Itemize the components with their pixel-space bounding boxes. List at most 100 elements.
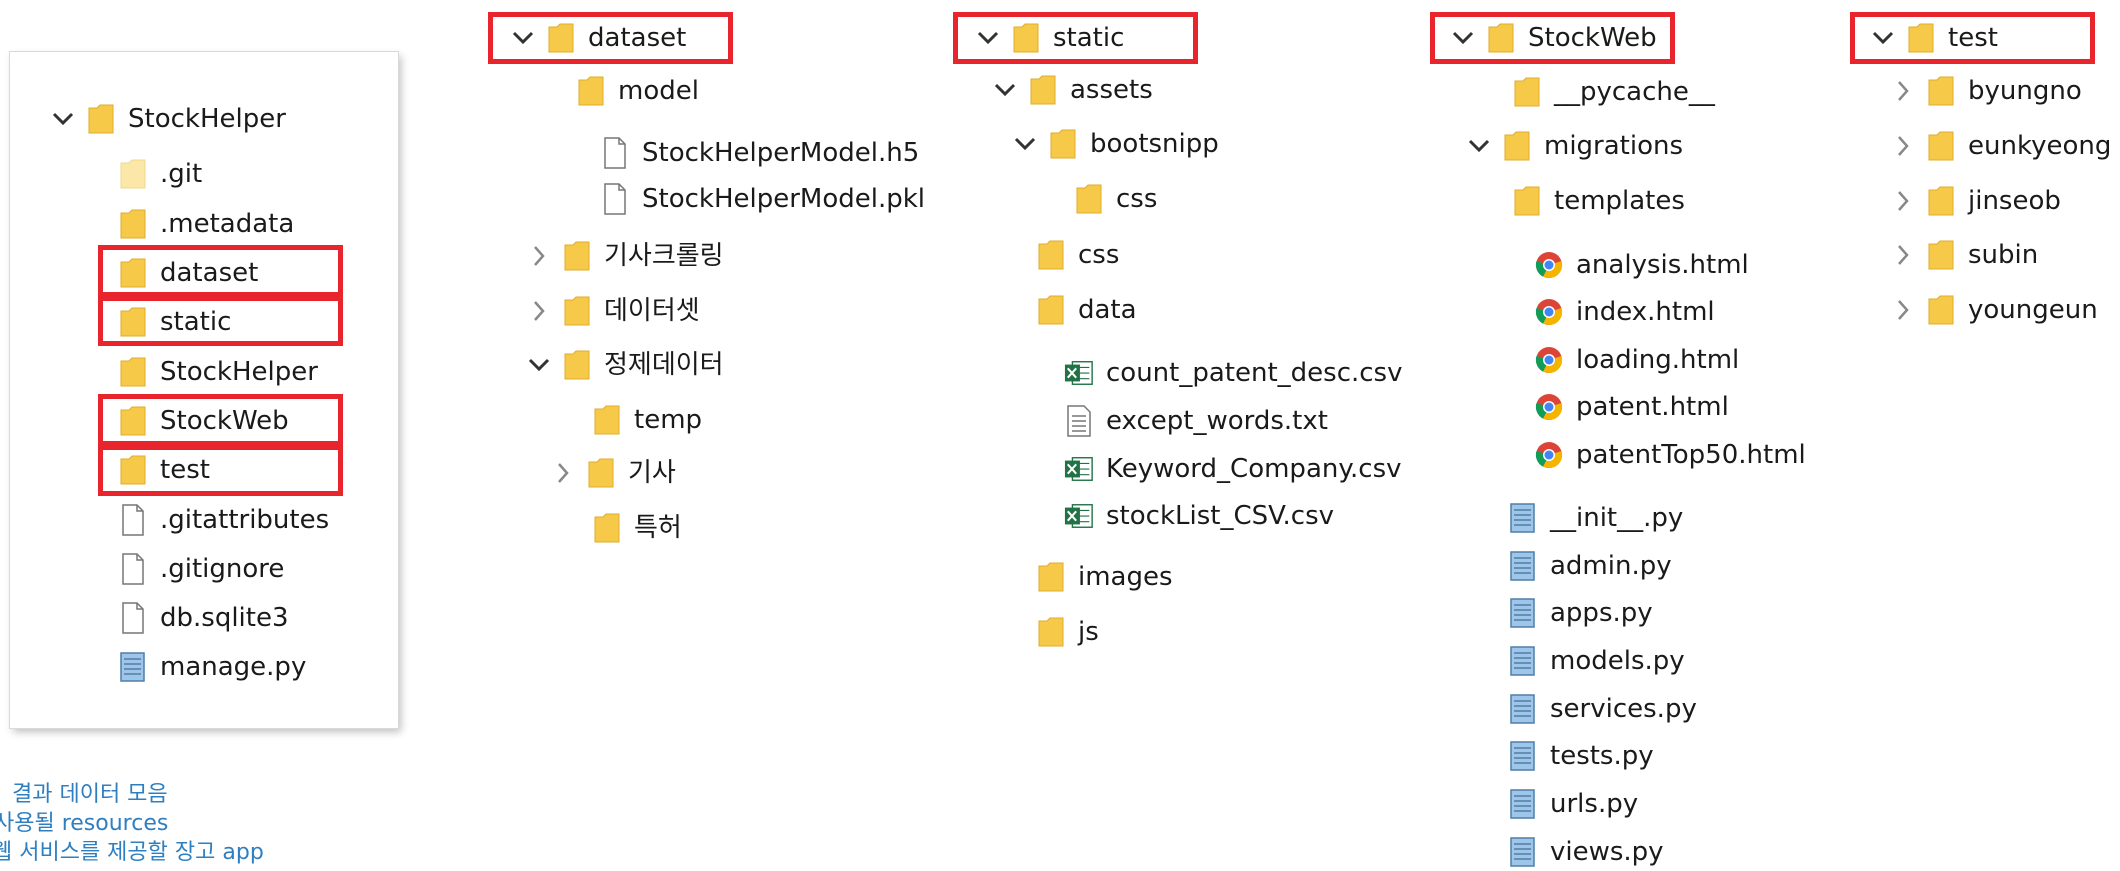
chevron-down-icon[interactable] — [48, 100, 78, 138]
chevron-right-icon[interactable] — [524, 292, 554, 330]
folder-icon — [1036, 293, 1066, 327]
chevron-down-icon[interactable] — [1010, 125, 1040, 163]
tree-item-git[interactable]: .git — [118, 155, 202, 193]
tree-item-templates[interactable]: templates — [1512, 182, 1685, 220]
tree-item-refined[interactable]: 정제데이터 — [524, 346, 724, 384]
tree-item-apps-py[interactable]: apps.py — [1508, 594, 1653, 632]
tree-item-bootsnipp-css[interactable]: css — [1074, 180, 1157, 218]
tree-item-dataset[interactable]: dataset — [118, 254, 258, 292]
tree-item-css[interactable]: css — [1036, 236, 1119, 274]
chevron-down-icon[interactable] — [1448, 19, 1478, 57]
tree-item-model[interactable]: model — [576, 72, 699, 110]
tree-item-temp[interactable]: temp — [592, 401, 702, 439]
tree-item-byungno[interactable]: byungno — [1888, 72, 2082, 110]
chevron-down-icon[interactable] — [1464, 127, 1494, 165]
tree-item-test[interactable]: test — [118, 451, 210, 489]
folder-icon — [562, 348, 592, 382]
tree-item-eunkyeong[interactable]: eunkyeong — [1888, 127, 2111, 165]
tree-item-label: __pycache__ — [1554, 77, 1715, 107]
tree-item-model-pkl[interactable]: StockHelperModel.pkl — [600, 180, 925, 218]
tree-item-models-py[interactable]: models.py — [1508, 642, 1685, 680]
tree-item-data[interactable]: data — [1036, 291, 1137, 329]
tree-item-label: dataset — [160, 258, 259, 288]
tree-item-tests-py[interactable]: tests.py — [1508, 737, 1654, 775]
tree-item-migrations[interactable]: migrations — [1464, 127, 1683, 165]
tree-item-model-h5[interactable]: StockHelperModel.h5 — [600, 134, 919, 172]
tree-item-dataset-root[interactable]: dataset — [508, 19, 686, 57]
tree-item-gitattributes[interactable]: .gitattributes — [118, 501, 329, 539]
chevron-right-icon[interactable] — [1888, 291, 1918, 329]
tree-item-stocklist[interactable]: stockList_CSV.csv — [1064, 497, 1334, 535]
chevron-right-icon[interactable] — [1888, 72, 1918, 110]
tree-item-except-words[interactable]: except_words.txt — [1064, 402, 1328, 440]
tree-item-static[interactable]: static — [118, 303, 231, 341]
excel-file-icon — [1064, 452, 1094, 486]
tree-item-static-root[interactable]: static — [973, 19, 1124, 57]
tree-item-metadata[interactable]: .metadata — [118, 205, 294, 243]
tree-item-urls-py[interactable]: urls.py — [1508, 785, 1638, 823]
tree-item-dataset-kr[interactable]: 데이터셋 — [524, 292, 700, 330]
chevron-right-icon[interactable] — [1888, 127, 1918, 165]
folder-icon — [1048, 127, 1078, 161]
tree-item-images[interactable]: images — [1036, 558, 1173, 596]
chevron-right-icon[interactable] — [524, 237, 554, 275]
chevron-right-icon[interactable] — [548, 454, 578, 492]
tree-item-views-py[interactable]: views.py — [1508, 833, 1664, 871]
tree-item-index-html[interactable]: index.html — [1534, 293, 1715, 331]
tree-item-count-patent[interactable]: count_patent_desc.csv — [1064, 354, 1403, 392]
chevron-down-icon[interactable] — [990, 71, 1020, 109]
tree-item-gitignore[interactable]: .gitignore — [118, 550, 284, 588]
tree-item-youngeun[interactable]: youngeun — [1888, 291, 2098, 329]
tree-item-init-py[interactable]: __init__.py — [1508, 499, 1683, 537]
tree-item-stockweb-root[interactable]: StockWeb — [1448, 19, 1657, 57]
tree-item-test-root[interactable]: test — [1868, 19, 1998, 57]
tree-item-jinseob[interactable]: jinseob — [1888, 182, 2061, 220]
tree-item-db-sqlite3[interactable]: db.sqlite3 — [118, 599, 289, 637]
tree-item-label: bootsnipp — [1090, 129, 1219, 159]
tree-item-label: tests.py — [1550, 741, 1654, 771]
tree-item-articles[interactable]: 기사 — [548, 454, 676, 492]
folder-icon — [1926, 74, 1956, 108]
tree-item-label: count_patent_desc.csv — [1106, 358, 1403, 388]
chevron-down-icon[interactable] — [524, 346, 554, 384]
tree-item-loading-html[interactable]: loading.html — [1534, 341, 1739, 379]
tree-item-manage-py[interactable]: manage.py — [118, 648, 306, 686]
tree-item-patenttop50-html[interactable]: patentTop50.html — [1534, 436, 1806, 474]
tree-item-patents[interactable]: 특허 — [592, 509, 682, 547]
tree-item-js[interactable]: js — [1036, 613, 1099, 651]
folder-icon — [1036, 560, 1066, 594]
python-file-icon — [1508, 501, 1538, 535]
tree-item-services-py[interactable]: services.py — [1508, 690, 1697, 728]
chrome-icon — [1534, 295, 1564, 329]
folder-icon — [118, 207, 148, 241]
tree-item-label: css — [1116, 184, 1158, 214]
tree-item-analysis-html[interactable]: analysis.html — [1534, 246, 1749, 284]
chevron-down-icon[interactable] — [508, 19, 538, 57]
tree-item-stockhelper-root[interactable]: StockHelper — [48, 100, 286, 138]
file-icon — [118, 552, 148, 586]
tree-item-label: static — [1053, 23, 1125, 53]
tree-item-stockweb[interactable]: StockWeb — [118, 402, 289, 440]
tree-item-label: analysis.html — [1576, 250, 1749, 280]
folder-icon — [1512, 75, 1542, 109]
tree-item-subin[interactable]: subin — [1888, 236, 2038, 274]
chevron-down-icon[interactable] — [973, 19, 1003, 57]
chevron-down-icon[interactable] — [1868, 19, 1898, 57]
chevron-right-icon[interactable] — [1888, 182, 1918, 220]
file-icon — [118, 601, 148, 635]
tree-item-admin-py[interactable]: admin.py — [1508, 547, 1672, 585]
tree-item-pycache[interactable]: __pycache__ — [1512, 73, 1715, 111]
excel-file-icon — [1064, 356, 1094, 390]
tree-item-patent-html[interactable]: patent.html — [1534, 388, 1729, 426]
tree-item-keyword-company[interactable]: Keyword_Company.csv — [1064, 450, 1402, 488]
tree-item-stockhelper[interactable]: StockHelper — [118, 353, 318, 391]
folder-icon — [118, 453, 148, 487]
tree-item-crawling[interactable]: 기사크롤링 — [524, 237, 724, 275]
tree-item-assets[interactable]: assets — [990, 71, 1153, 109]
chrome-icon — [1534, 248, 1564, 282]
tree-item-label: eunkyeong — [1968, 131, 2112, 161]
chevron-right-icon[interactable] — [1888, 236, 1918, 274]
folder-icon — [546, 21, 576, 55]
tree-item-label: 기사크롤링 — [604, 241, 724, 271]
tree-item-bootsnipp[interactable]: bootsnipp — [1010, 125, 1219, 163]
